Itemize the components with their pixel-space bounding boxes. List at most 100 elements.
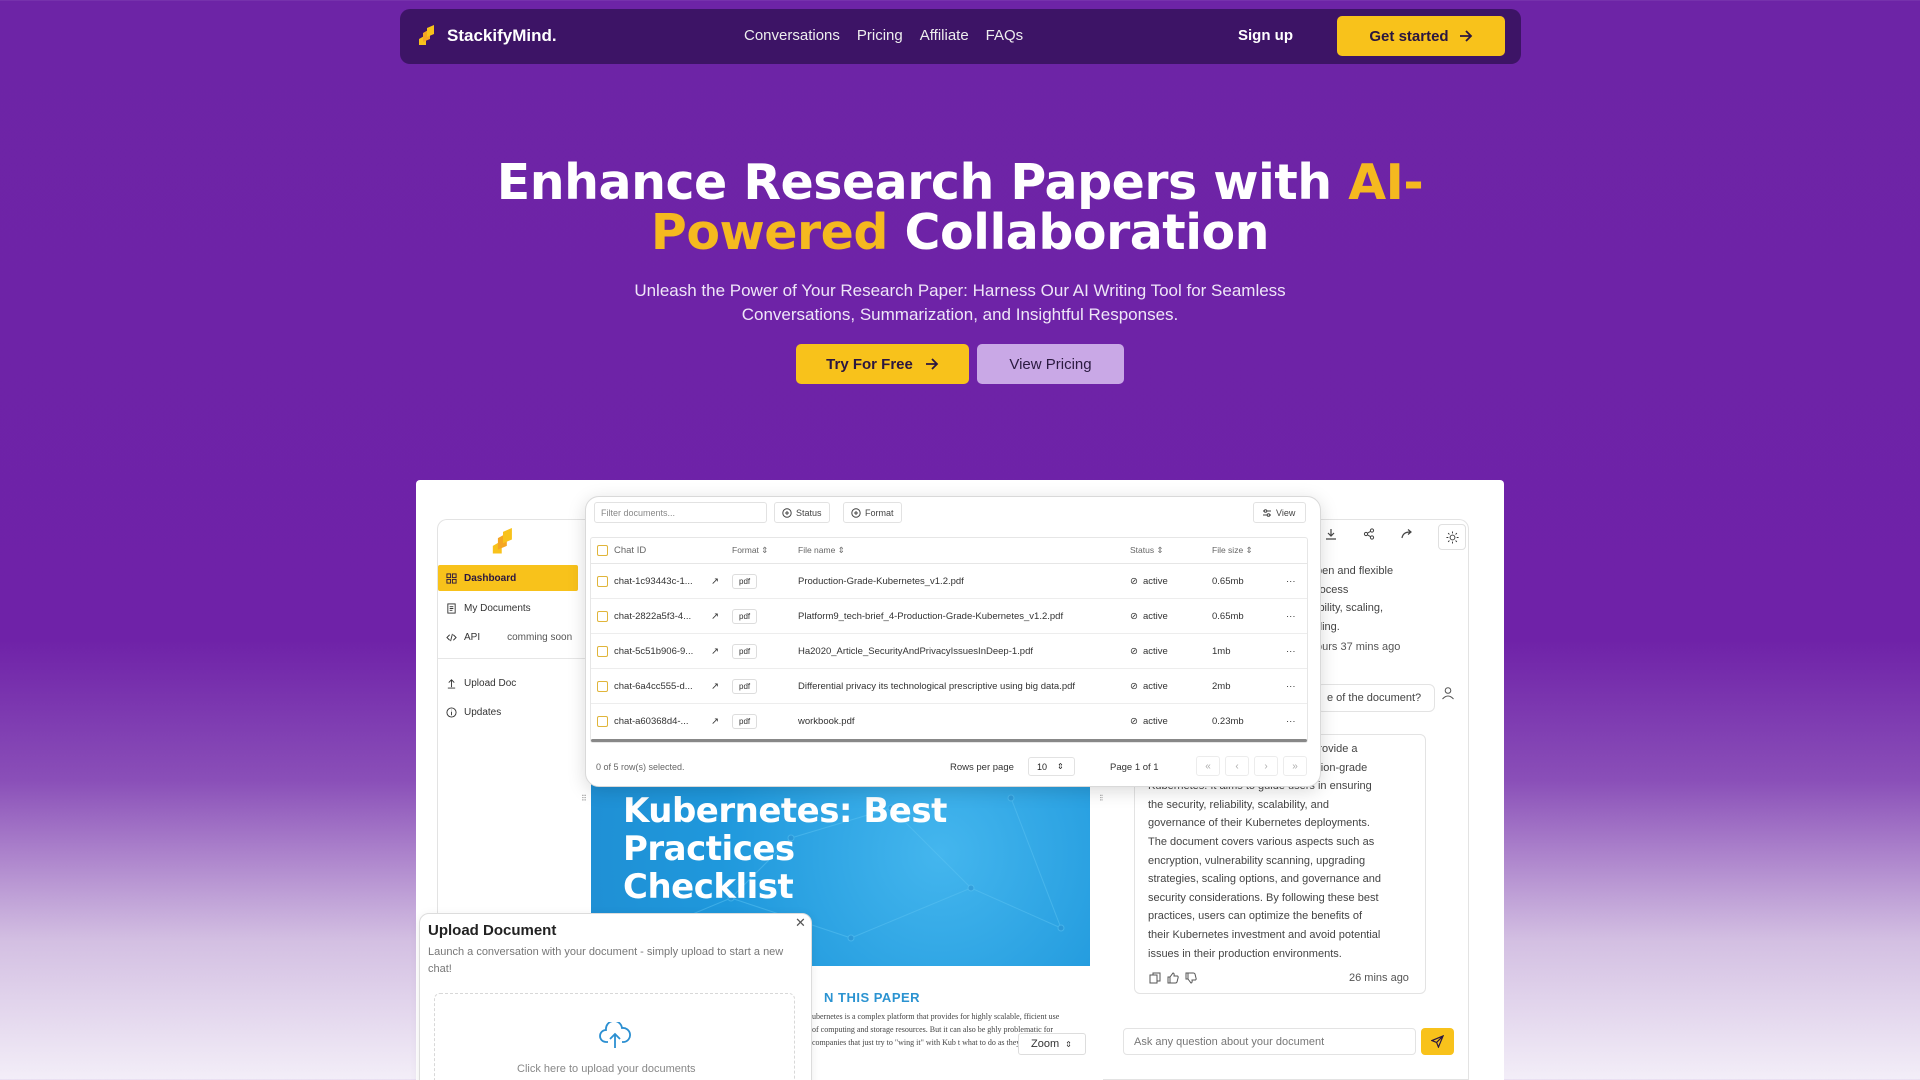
- ask-question-input[interactable]: [1123, 1028, 1416, 1055]
- more-options-icon[interactable]: ···: [1286, 646, 1296, 657]
- answer-line: encryption, vulnerability scanning, upgr…: [1148, 854, 1366, 867]
- status-text: active: [1142, 610, 1168, 622]
- resize-handle[interactable]: ⠿: [581, 794, 587, 804]
- status-filter-chip[interactable]: Status: [774, 502, 830, 523]
- thumbs-down-icon[interactable]: [1185, 972, 1197, 984]
- close-icon[interactable]: ✕: [795, 915, 806, 931]
- table-row[interactable]: chat-a60368d4-... ↗ pdf workbook.pdf ⊘ ac…: [591, 704, 1307, 739]
- get-started-button[interactable]: Get started: [1337, 16, 1505, 56]
- header-file-size[interactable]: File size ⇕: [1212, 545, 1253, 556]
- external-link-icon[interactable]: ↗: [711, 646, 719, 657]
- header-file-name[interactable]: File name ⇕: [798, 545, 845, 556]
- sidebar-item-my-documents[interactable]: My Documents: [438, 595, 578, 621]
- status-text: active: [1142, 645, 1168, 657]
- row-checkbox[interactable]: [597, 610, 608, 622]
- nav-link-pricing[interactable]: Pricing: [857, 27, 903, 44]
- hero-title: Enhance Research Papers with AI- Powered…: [460, 158, 1460, 258]
- table-row[interactable]: chat-6a4cc555-d... ↗ pdf Differential pr…: [591, 669, 1307, 704]
- forward-icon[interactable]: [1401, 528, 1413, 540]
- file-size-cell: 0.65mb: [1212, 575, 1244, 587]
- row-checkbox[interactable]: [597, 575, 608, 587]
- format-badge: pdf: [732, 643, 758, 659]
- thumbs-up-icon[interactable]: [1167, 972, 1179, 984]
- rows-per-page-value: 10: [1037, 761, 1048, 772]
- rows-per-page-select[interactable]: 10 ⇕: [1028, 757, 1075, 776]
- chat-id-cell: chat-a60368d4-...: [614, 716, 689, 727]
- sign-up-link[interactable]: Sign up: [1238, 27, 1293, 44]
- answer-line: practices, users can optimize the benefi…: [1148, 910, 1362, 923]
- row-checkbox[interactable]: [597, 645, 608, 657]
- chat-id-cell: chat-2822a5f3-4...: [614, 610, 692, 622]
- next-page-icon[interactable]: ›: [1254, 756, 1278, 776]
- send-button[interactable]: [1421, 1028, 1454, 1055]
- message-timestamp: ours 37 mins ago: [1316, 641, 1401, 653]
- prev-page-icon[interactable]: ‹: [1225, 756, 1249, 776]
- message-line: ibility, scaling,: [1316, 602, 1384, 614]
- download-icon[interactable]: [1325, 528, 1337, 540]
- sidebar-item-api[interactable]: API comming soon: [438, 624, 578, 650]
- info-icon: [446, 706, 457, 718]
- more-options-icon[interactable]: ···: [1286, 576, 1296, 587]
- horizontal-scrollbar[interactable]: [591, 739, 1307, 742]
- more-options-icon[interactable]: ···: [1286, 681, 1296, 692]
- theme-toggle-button[interactable]: [1438, 524, 1466, 550]
- answer-line: governance of their Kubernetes deploymen…: [1148, 817, 1370, 830]
- external-link-icon[interactable]: ↗: [711, 611, 719, 622]
- header-status[interactable]: Status ⇕: [1130, 545, 1164, 556]
- format-badge: pdf: [732, 678, 758, 694]
- chevron-updown-icon: ⇕: [1065, 1039, 1072, 1049]
- format-filter-chip[interactable]: Format: [843, 502, 902, 523]
- pagination: « ‹ › »: [1196, 756, 1307, 776]
- external-link-icon[interactable]: ↗: [711, 681, 719, 692]
- brand-logo[interactable]: StackifyMind.: [417, 25, 557, 47]
- table-row[interactable]: chat-5c51b906-9... ↗ pdf Ha2020_Article_…: [591, 634, 1307, 669]
- last-page-icon[interactable]: »: [1283, 756, 1307, 776]
- share-icon[interactable]: [1363, 528, 1375, 540]
- nav-links: Conversations Pricing Affiliate FAQs: [744, 27, 1023, 44]
- answer-line: the security, reliability, scalability, …: [1148, 798, 1329, 811]
- external-link-icon[interactable]: ↗: [711, 576, 719, 587]
- document-section-heading: N THIS PAPER: [824, 990, 921, 1005]
- chat-id-cell: chat-6a4cc555-d...: [614, 680, 693, 692]
- copy-icon[interactable]: [1149, 972, 1161, 984]
- status-cell: ⊘ active: [1130, 611, 1168, 622]
- format-badge: pdf: [732, 608, 758, 624]
- zoom-select[interactable]: Zoom ⇕: [1018, 1033, 1086, 1055]
- file-name-cell: Differential privacy its technological p…: [798, 680, 1076, 692]
- status-text: active: [1142, 716, 1168, 727]
- sidebar-item-dashboard[interactable]: Dashboard: [438, 565, 578, 591]
- sidebar-item-upload-doc[interactable]: Upload Doc: [438, 670, 578, 696]
- sidebar-logo: [490, 528, 516, 561]
- external-link-icon[interactable]: ↗: [711, 716, 719, 727]
- check-circle-icon: ⊘: [1130, 575, 1138, 587]
- row-checkbox[interactable]: [597, 716, 608, 727]
- view-options-button[interactable]: View: [1253, 502, 1306, 523]
- header-chat-id[interactable]: Chat ID: [614, 545, 646, 556]
- sidebar-item-updates[interactable]: Updates: [438, 699, 578, 725]
- hero-title-accent1: AI-: [1348, 154, 1424, 211]
- more-options-icon[interactable]: ···: [1286, 716, 1296, 727]
- stackify-logo-icon: [419, 25, 434, 45]
- table-row[interactable]: chat-2822a5f3-4... ↗ pdf Platform9_tech-…: [591, 599, 1307, 634]
- chip-label: Format: [865, 507, 894, 518]
- nav-link-faqs[interactable]: FAQs: [986, 27, 1024, 44]
- dashboard-icon: [446, 572, 457, 584]
- more-options-icon[interactable]: ···: [1286, 611, 1296, 622]
- document-icon: [447, 602, 456, 614]
- filter-documents-input[interactable]: [594, 502, 767, 523]
- row-checkbox[interactable]: [597, 680, 608, 692]
- check-circle-icon: ⊘: [1130, 645, 1138, 657]
- nav-link-conversations[interactable]: Conversations: [744, 27, 840, 44]
- select-all-checkbox[interactable]: [597, 545, 608, 556]
- answer-line: issues in their production environments.: [1148, 947, 1342, 960]
- try-for-free-button[interactable]: Try For Free: [796, 344, 969, 384]
- header-format[interactable]: Format ⇕: [732, 545, 768, 556]
- message-line: pen and flexible: [1316, 565, 1394, 577]
- first-page-icon[interactable]: «: [1196, 756, 1220, 776]
- view-pricing-button[interactable]: View Pricing: [977, 344, 1124, 384]
- table-row[interactable]: chat-1c93443c-1... ↗ pdf Production-Grad…: [591, 564, 1307, 599]
- file-size-cell: 0.65mb: [1212, 610, 1244, 622]
- hero-title-part2: Collaboration: [887, 204, 1270, 261]
- chat-id-cell: chat-1c93443c-1...: [614, 575, 693, 587]
- nav-link-affiliate[interactable]: Affiliate: [920, 27, 969, 44]
